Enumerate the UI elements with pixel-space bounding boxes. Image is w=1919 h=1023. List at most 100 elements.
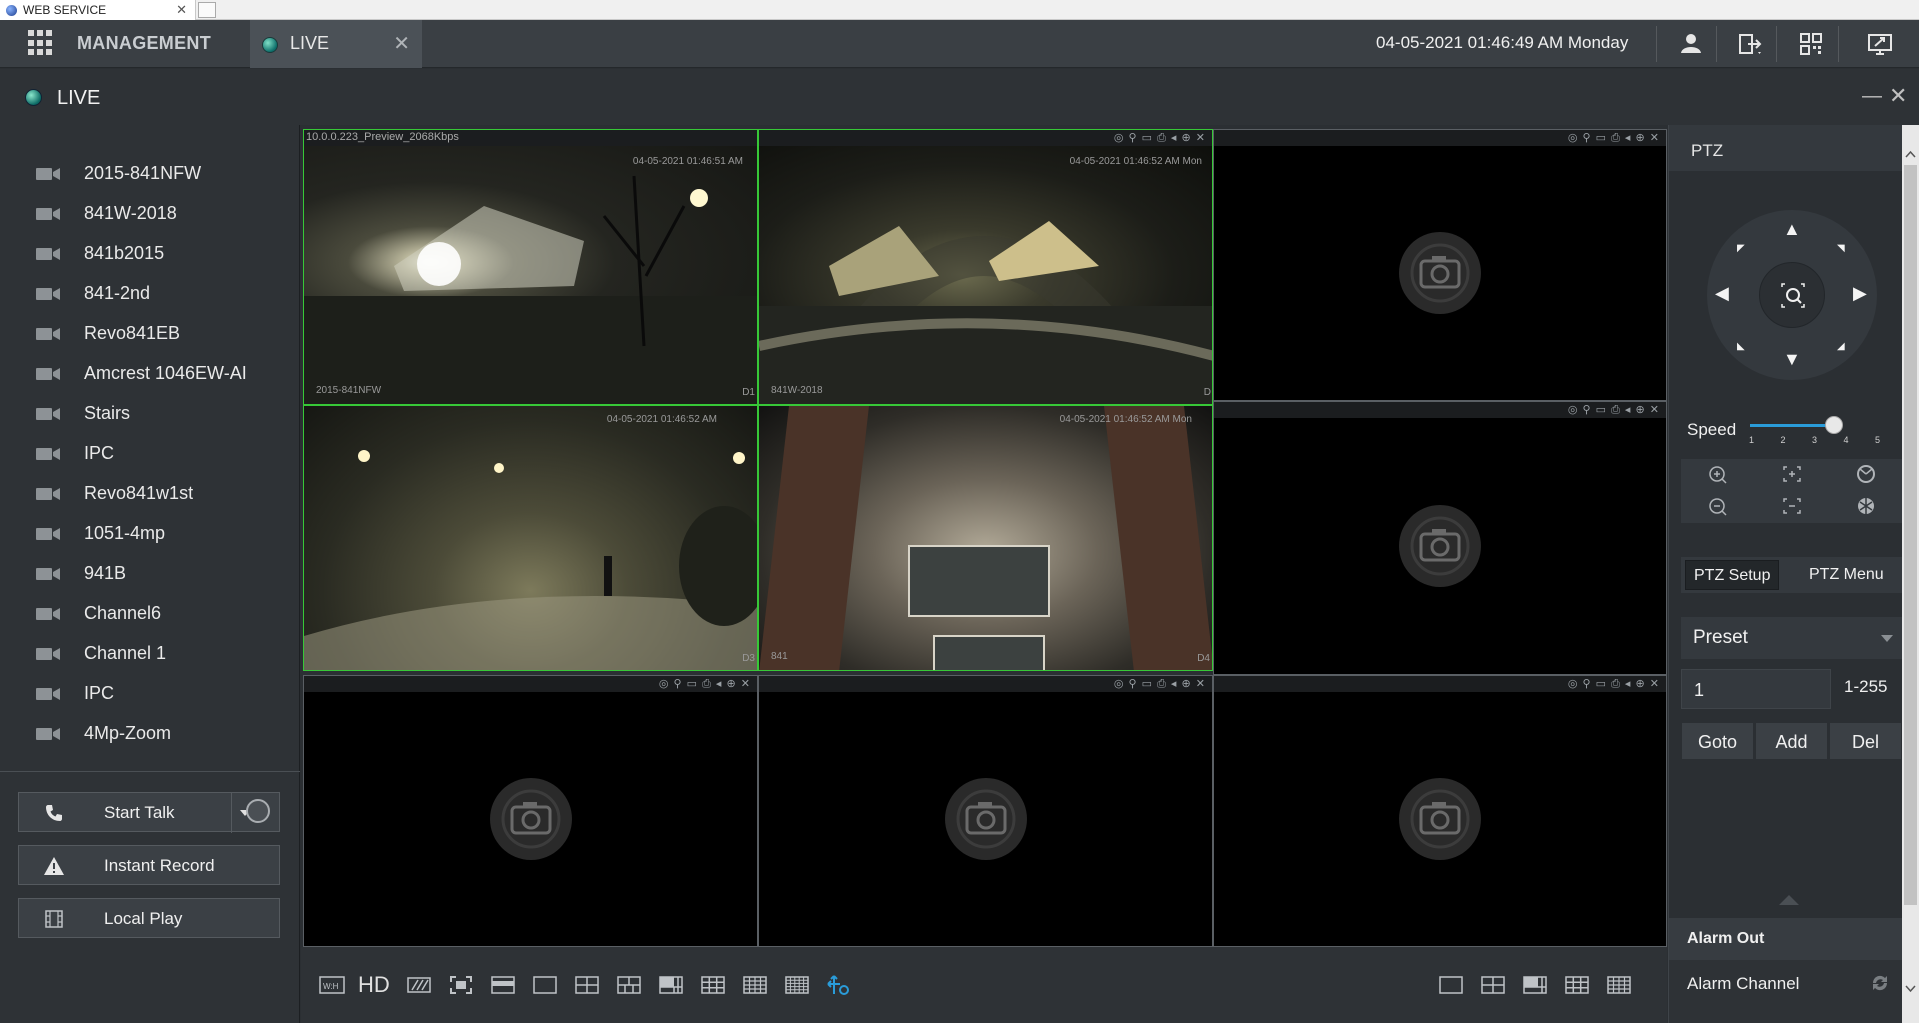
ptz-up-arrow-icon[interactable]: ▲	[1783, 220, 1801, 238]
management-menu[interactable]: MANAGEMENT	[77, 33, 211, 54]
tile-tool-icons[interactable]: ◎ ⚲ ▭ ⎙ ◂ ⊕ ✕	[1568, 677, 1660, 691]
hd-toggle[interactable]: HD	[358, 972, 390, 998]
video-tile-9[interactable]: ◎ ⚲ ▭ ⎙ ◂ ⊕ ✕	[1213, 675, 1667, 947]
layout-16-icon[interactable]	[742, 974, 768, 996]
browser-tab[interactable]: WEB SERVICE ✕	[0, 0, 196, 20]
expand-caret-up-icon[interactable]	[1779, 895, 1799, 905]
video-tile-2[interactable]: ◎ ⚲ ▭ ⎙ ◂ ⊕ ✕ 04-05-2021 01:46:52 AM Mon…	[758, 129, 1213, 405]
split-8-icon[interactable]	[1522, 974, 1548, 996]
speed-slider-handle[interactable]	[1825, 416, 1843, 434]
ptz-up-right-arrow-icon[interactable]: ◥	[1837, 240, 1845, 258]
device-item[interactable]: Stairs	[0, 393, 300, 433]
scroll-down-arrow-icon[interactable]	[1905, 983, 1916, 994]
ptz-down-arrow-icon[interactable]: ▼	[1783, 350, 1801, 368]
tab-live[interactable]: LIVE ✕	[250, 20, 422, 68]
tab-close-icon[interactable]: ✕	[393, 31, 410, 56]
fullscreen-monitor-icon[interactable]	[1866, 30, 1894, 58]
video-tile-1[interactable]: 10.0.0.223_Preview_2068Kbps 04-05-2021 0…	[303, 129, 758, 405]
scroll-up-arrow-icon[interactable]	[1905, 149, 1916, 160]
add-button[interactable]: Add	[1755, 722, 1828, 760]
device-label: 841b2015	[84, 243, 165, 263]
tile-tool-icons[interactable]: ◎ ⚲ ▭ ⎙ ◂ ⊕ ✕	[659, 677, 751, 691]
iris-open-icon[interactable]	[1829, 459, 1903, 491]
tile-tool-icons[interactable]: ◎ ⚲ ▭ ⎙ ◂ ⊕ ✕	[1114, 677, 1206, 691]
smart-encode-icon[interactable]	[406, 974, 432, 996]
vertical-scrollbar[interactable]	[1902, 125, 1919, 1023]
ptz-down-right-arrow-icon[interactable]: ◢	[1837, 338, 1845, 356]
start-talk-button[interactable]: Start Talk	[18, 792, 280, 833]
minimize-icon[interactable]: —	[1862, 85, 1882, 108]
device-label: Amcrest 1046EW-AI	[84, 363, 247, 383]
layout-4-icon[interactable]	[574, 974, 600, 996]
tab-ptz-setup[interactable]: PTZ Setup	[1685, 560, 1780, 590]
preset-select[interactable]: Preset	[1681, 617, 1903, 659]
device-item[interactable]: 1051-4mp	[0, 513, 300, 553]
video-tile-8[interactable]: ◎ ⚲ ▭ ⎙ ◂ ⊕ ✕	[758, 675, 1213, 947]
refresh-icon[interactable]	[1869, 972, 1891, 994]
video-camera-icon	[36, 688, 60, 700]
zoom-in-icon[interactable]	[1681, 459, 1755, 491]
video-camera-icon	[36, 568, 60, 580]
device-item[interactable]: IPC	[0, 433, 300, 473]
zoom-out-icon[interactable]	[1681, 491, 1755, 523]
ptz-up-left-arrow-icon[interactable]: ◤	[1737, 240, 1745, 258]
layout-9-icon[interactable]	[700, 974, 726, 996]
delete-button[interactable]: Del	[1829, 722, 1902, 760]
device-item[interactable]: 841W-2018	[0, 193, 300, 233]
split-9-icon[interactable]	[1564, 974, 1590, 996]
tile-tool-icons[interactable]: ◎ ⚲ ▭ ⎙ ◂ ⊕ ✕	[1114, 131, 1206, 145]
video-tile-3[interactable]: ◎ ⚲ ▭ ⎙ ◂ ⊕ ✕	[1213, 129, 1667, 401]
ptz-center-zoom-icon[interactable]	[1759, 262, 1825, 328]
user-icon[interactable]	[1677, 30, 1705, 58]
ptz-toggle-icon[interactable]	[826, 974, 852, 996]
window-mode-icon[interactable]	[490, 974, 516, 996]
device-item[interactable]: 841b2015	[0, 233, 300, 273]
main-menu-grid-icon[interactable]	[28, 30, 54, 56]
device-item[interactable]: 4Mp-Zoom	[0, 713, 300, 753]
layout-8-icon[interactable]	[658, 974, 684, 996]
camera-feed: 04-05-2021 01:46:51 AM 2015-841NFW D1	[304, 146, 757, 404]
video-tile-5[interactable]: 04-05-2021 01:46:52 AM Mon 841 D4	[758, 405, 1213, 671]
device-item[interactable]: 841-2nd	[0, 273, 300, 313]
layout-25-icon[interactable]	[784, 974, 810, 996]
focus-far-icon[interactable]	[1755, 491, 1829, 523]
tile-tool-icons[interactable]: ◎ ⚲ ▭ ⎙ ◂ ⊕ ✕	[1568, 403, 1660, 417]
preset-number-input[interactable]: 1	[1681, 669, 1831, 709]
device-item[interactable]: Revo841w1st	[0, 473, 300, 513]
focus-near-icon[interactable]	[1755, 459, 1829, 491]
device-item[interactable]: 2015-841NFW	[0, 153, 300, 193]
close-icon[interactable]: ✕	[1889, 83, 1907, 109]
ptz-down-left-arrow-icon[interactable]: ◣	[1737, 338, 1745, 356]
device-item[interactable]: IPC	[0, 673, 300, 713]
iris-close-icon[interactable]	[1829, 491, 1903, 523]
browser-tab-close-icon[interactable]: ✕	[176, 2, 187, 18]
tab-ptz-menu[interactable]: PTZ Menu	[1801, 560, 1892, 590]
video-tile-6[interactable]: ◎ ⚲ ▭ ⎙ ◂ ⊕ ✕	[1213, 401, 1667, 675]
layout-1-icon[interactable]	[532, 974, 558, 996]
video-tile-7[interactable]: ◎ ⚲ ▭ ⎙ ◂ ⊕ ✕	[303, 675, 758, 947]
device-item[interactable]: 941B	[0, 553, 300, 593]
local-play-button[interactable]: Local Play	[18, 898, 280, 938]
device-item[interactable]: Revo841EB	[0, 313, 300, 353]
video-tile-4[interactable]: 04-05-2021 01:46:52 AM D3	[303, 405, 758, 671]
device-item[interactable]: Amcrest 1046EW-AI	[0, 353, 300, 393]
tile-tool-icons[interactable]: ◎ ⚲ ▭ ⎙ ◂ ⊕ ✕	[1568, 131, 1660, 145]
speed-slider-track[interactable]	[1750, 424, 1834, 427]
aspect-ratio-icon[interactable]: W:H	[319, 974, 345, 996]
qr-code-icon[interactable]	[1797, 30, 1825, 58]
layout-6-icon[interactable]	[616, 974, 642, 996]
goto-button[interactable]: Goto	[1681, 722, 1754, 760]
instant-record-button[interactable]: Instant Record	[18, 845, 280, 885]
logout-icon[interactable]	[1736, 30, 1764, 58]
new-tab-button[interactable]	[198, 2, 216, 18]
split-1-icon[interactable]	[1438, 974, 1464, 996]
device-item[interactable]: Channel6	[0, 593, 300, 633]
fullscreen-icon[interactable]	[448, 974, 474, 996]
device-item[interactable]: Channel 1	[0, 633, 300, 673]
ptz-left-arrow-icon[interactable]: ◀	[1715, 284, 1729, 302]
talk-status-indicator[interactable]	[246, 799, 270, 823]
split-4-icon[interactable]	[1480, 974, 1506, 996]
ptz-right-arrow-icon[interactable]: ▶	[1853, 284, 1867, 302]
scrollbar-thumb[interactable]	[1904, 165, 1917, 905]
split-16-icon[interactable]	[1606, 974, 1632, 996]
